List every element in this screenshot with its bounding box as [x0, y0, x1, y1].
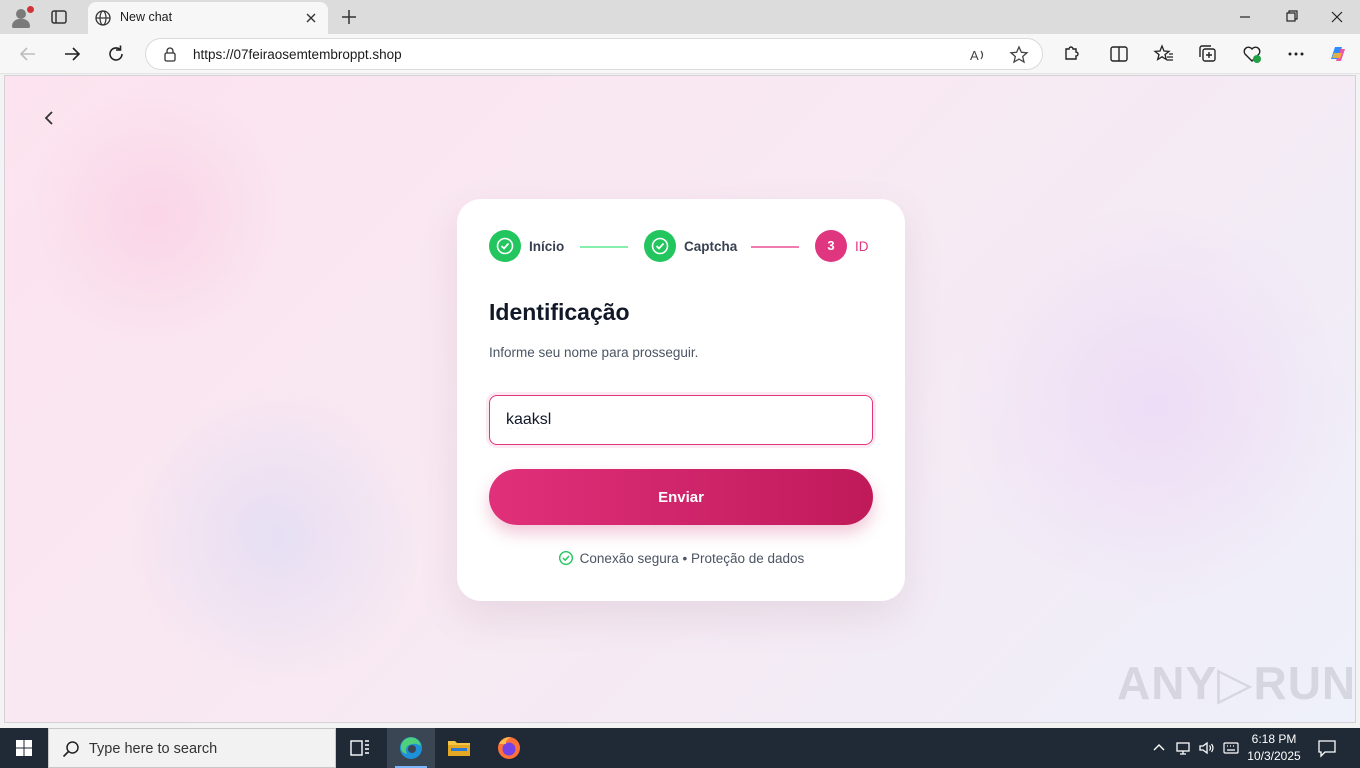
secure-note-text: Conexão segura • Proteção de dados — [579, 551, 805, 566]
browser-essentials-icon[interactable] — [1241, 43, 1263, 65]
check-circle-icon — [558, 550, 573, 566]
restore-icon[interactable] — [1282, 8, 1300, 26]
page-viewport: Início Captcha 3 ID Identificação Inform… — [4, 75, 1356, 723]
browser-toolbar: https://07feiraosemtembroppt.shop A — [0, 34, 1360, 74]
network-icon[interactable] — [1174, 739, 1192, 757]
file-explorer-icon[interactable] — [435, 728, 483, 768]
volume-icon[interactable] — [1198, 739, 1216, 757]
instruction-text: Informe seu nome para prosseguir. — [489, 345, 699, 360]
check-circle-icon — [644, 230, 676, 262]
step-label: Início — [529, 239, 565, 254]
step-connector — [580, 246, 628, 248]
anyrun-watermark: ANY▷RUN — [1117, 657, 1356, 709]
more-icon[interactable] — [1285, 43, 1307, 65]
clock-time: 6:18 PM — [1251, 732, 1297, 746]
check-circle-icon — [489, 230, 521, 262]
identification-card: Início Captcha 3 ID Identificação Inform… — [457, 199, 905, 601]
minimize-icon[interactable] — [1236, 8, 1254, 26]
svg-text:A: A — [970, 48, 979, 63]
tab-title: New chat — [120, 10, 173, 24]
close-tab-icon[interactable] — [304, 11, 318, 25]
step-connector — [751, 246, 799, 248]
browser-tab-strip: New chat — [0, 0, 1360, 34]
secure-connection-note: Conexão segura • Proteção de dados — [457, 550, 905, 566]
firefox-icon[interactable] — [485, 728, 533, 768]
name-input[interactable] — [489, 395, 873, 445]
collections-icon[interactable] — [1197, 43, 1219, 65]
refresh-icon[interactable] — [105, 43, 127, 65]
notification-icon[interactable] — [1316, 738, 1338, 758]
close-window-icon[interactable] — [1328, 8, 1346, 26]
split-screen-icon[interactable] — [1108, 43, 1130, 65]
new-tab-icon[interactable] — [340, 8, 358, 26]
lock-icon[interactable] — [162, 46, 178, 62]
edge-taskbar-icon[interactable] — [387, 728, 435, 768]
chevron-up-icon[interactable] — [1150, 739, 1168, 757]
search-placeholder: Type here to search — [89, 741, 218, 757]
system-clock[interactable]: 6:18 PM 10/3/2025 — [1236, 731, 1312, 765]
chevron-left-icon[interactable] — [39, 108, 59, 128]
globe-icon — [95, 10, 111, 26]
forward-arrow-icon[interactable] — [61, 43, 83, 65]
submit-button[interactable]: Enviar — [489, 469, 873, 525]
add-favorite-star-icon[interactable] — [1009, 45, 1029, 65]
read-aloud-icon[interactable]: A — [968, 45, 988, 65]
browser-tab-active[interactable]: New chat — [88, 2, 328, 34]
task-view-icon[interactable] — [336, 728, 384, 768]
step-number-badge: 3 — [815, 230, 847, 262]
copilot-icon[interactable] — [1327, 43, 1349, 65]
url-text[interactable]: https://07feiraosemtembroppt.shop — [193, 47, 402, 62]
step-label: ID — [855, 239, 869, 254]
clock-date: 10/3/2025 — [1247, 749, 1301, 763]
page-title: Identificação — [489, 299, 630, 325]
windows-taskbar: Type here to search 6:18 PM 10/3/2025 — [0, 728, 1360, 768]
search-icon — [62, 741, 79, 758]
favorites-icon[interactable] — [1153, 43, 1175, 65]
back-arrow-icon[interactable] — [17, 43, 39, 65]
extensions-icon[interactable] — [1060, 43, 1082, 65]
address-bar[interactable]: https://07feiraosemtembroppt.shop A — [145, 38, 1043, 70]
step-label: Captcha — [684, 239, 738, 254]
tab-actions-icon[interactable] — [50, 8, 68, 26]
taskbar-search-box[interactable]: Type here to search — [48, 728, 336, 768]
profile-avatar-icon[interactable] — [10, 6, 34, 28]
windows-start-icon[interactable] — [0, 728, 48, 768]
